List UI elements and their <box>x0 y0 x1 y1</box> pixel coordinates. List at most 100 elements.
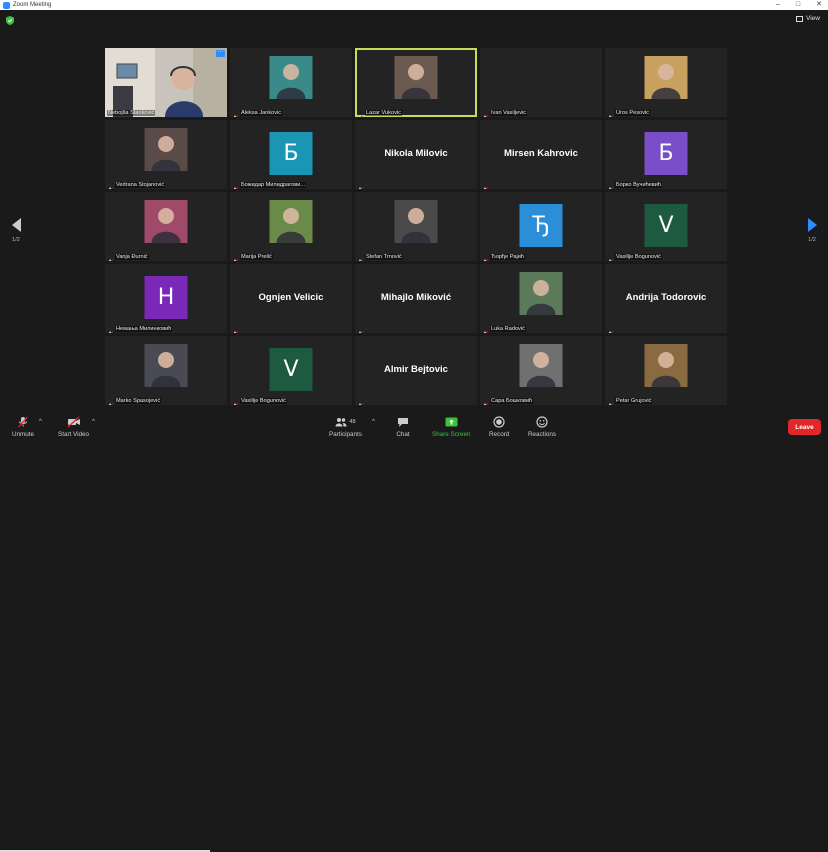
microphone-muted-icon <box>357 397 363 405</box>
record-button[interactable]: Record <box>489 416 509 438</box>
microphone-muted-icon <box>107 325 113 333</box>
participant-tile[interactable]: Vedrana Stojanović <box>105 120 227 189</box>
microphone-muted-icon <box>482 397 488 405</box>
participant-tile[interactable]: Ognjen Velicic <box>230 264 352 333</box>
grid-view-icon <box>796 15 804 22</box>
security-shield-icon[interactable] <box>6 16 14 25</box>
participant-name: Stefan Trnović <box>365 253 403 260</box>
reactions-button[interactable]: Reactions <box>528 416 556 438</box>
microphone-muted-icon <box>232 109 238 117</box>
maximize-button[interactable]: □ <box>796 0 800 10</box>
participant-tile[interactable]: ··· Nebojša Stanković <box>105 48 227 117</box>
participant-profile-photo <box>144 344 188 387</box>
participant-display-name: Almir Bejtovic <box>384 364 448 375</box>
participant-tile[interactable]: Uros Pesovic <box>605 48 727 117</box>
participant-tile[interactable]: V Vasilije Bogunović <box>605 192 727 261</box>
participant-tile[interactable]: Сара Бошковић <box>480 336 602 405</box>
next-page-button[interactable]: 1/2 <box>805 218 819 243</box>
participant-tile[interactable]: Marija Prelić <box>230 192 352 261</box>
participant-name: Ivan Vasiljevic <box>490 109 528 116</box>
participant-profile-photo <box>269 200 313 243</box>
window-titlebar: Zoom Meeting – □ ✕ <box>0 0 828 10</box>
participant-initial-avatar: Б <box>269 132 313 175</box>
participant-name: Marija Prelić <box>240 253 273 260</box>
microphone-muted-icon <box>232 181 238 189</box>
participant-namebar: Stefan Trnović <box>357 253 403 261</box>
microphone-muted-icon <box>357 181 363 189</box>
share-screen-icon <box>444 416 458 428</box>
participant-name: Vasilije Bogunović <box>240 397 287 404</box>
microphone-muted-icon <box>482 109 488 117</box>
more-options-button[interactable]: ··· <box>216 49 225 57</box>
window-controls: – □ ✕ <box>776 0 822 10</box>
chat-button[interactable]: Chat <box>396 416 410 438</box>
participant-namebar: Petar Grujović <box>607 397 653 405</box>
participant-name: Борко Вучићевић <box>615 181 663 188</box>
participant-tile[interactable]: Petar Grujović <box>605 336 727 405</box>
participant-tile[interactable]: Vanja Đurnić <box>105 192 227 261</box>
start-video-label: Start Video <box>58 431 90 438</box>
participant-count: 48 <box>349 419 356 425</box>
participant-tile[interactable]: Aleksa Jankovic <box>230 48 352 117</box>
participant-initial-avatar: V <box>269 348 313 391</box>
previous-page-button[interactable]: 1/2 <box>9 218 23 243</box>
audio-options-chevron-icon[interactable]: ^ <box>39 419 42 425</box>
close-button[interactable]: ✕ <box>816 0 822 10</box>
participants-button[interactable]: 48 Participants <box>329 416 362 438</box>
participant-tile[interactable]: Luka Radović <box>480 264 602 333</box>
microphone-muted-icon <box>607 397 613 405</box>
participant-profile-photo <box>269 56 313 99</box>
participant-profile-photo <box>144 128 188 171</box>
participant-name: Божидар Милидрагови... <box>240 181 307 188</box>
unmute-button[interactable]: Unmute <box>12 416 34 438</box>
participant-namebar <box>482 181 488 189</box>
microphone-muted-icon <box>607 109 613 117</box>
participant-namebar: Lazar Vukovic <box>357 109 402 117</box>
share-screen-button[interactable]: Share Screen <box>432 416 471 438</box>
participant-tile[interactable]: Б Божидар Милидрагови... <box>230 120 352 189</box>
participant-tile[interactable]: Andrija Todorovic <box>605 264 727 333</box>
participant-tile[interactable]: Mirsen Kahrovic <box>480 120 602 189</box>
participant-namebar: Luka Radović <box>482 325 526 333</box>
participant-namebar <box>607 325 613 333</box>
participants-options-chevron-icon[interactable]: ^ <box>372 419 375 425</box>
participant-namebar: Борко Вучићевић <box>607 181 663 189</box>
participant-profile-photo <box>519 272 563 315</box>
microphone-muted-icon <box>482 181 488 189</box>
participant-tile[interactable]: Almir Bejtovic <box>355 336 477 405</box>
participant-tile[interactable]: Б Борко Вучићевић <box>605 120 727 189</box>
leave-meeting-button[interactable]: Leave <box>788 419 821 435</box>
participant-name: Ђорђе Рајић <box>490 253 525 260</box>
participant-display-name: Mihajlo Miković <box>380 292 452 303</box>
participant-tile[interactable]: Nikola Milovic <box>355 120 477 189</box>
view-button[interactable]: View <box>796 15 820 22</box>
participant-tile[interactable]: Lazar Vukovic <box>355 48 477 117</box>
minimize-button[interactable]: – <box>776 0 780 10</box>
participant-tile[interactable]: Ivan Vasiljevic <box>480 48 602 117</box>
start-video-button[interactable]: Start Video <box>58 416 89 438</box>
participant-profile-photo <box>644 344 688 387</box>
microphone-muted-icon <box>107 253 113 261</box>
participant-namebar: Nebojša Stanković <box>107 110 156 116</box>
participant-tile[interactable]: Ђ Ђорђе Рајић <box>480 192 602 261</box>
arrow-right-icon <box>807 218 817 232</box>
microphone-muted-icon <box>107 181 113 189</box>
participant-namebar: Немања Милинковић <box>107 325 173 333</box>
participant-tile[interactable]: V Vasilije Bogunović <box>230 336 352 405</box>
participant-tile[interactable]: Marko Spasojević <box>105 336 227 405</box>
record-label: Record <box>489 431 510 438</box>
participant-tile[interactable]: Н Немања Милинковић <box>105 264 227 333</box>
participant-namebar <box>232 325 238 333</box>
microphone-muted-icon <box>482 253 488 261</box>
participant-tile[interactable]: Mihajlo Miković <box>355 264 477 333</box>
participant-name: Marko Spasojević <box>115 397 162 404</box>
participant-namebar: Божидар Милидрагови... <box>232 181 307 189</box>
page-indicator-left: 1/2 <box>12 237 20 243</box>
microphone-muted-icon <box>607 181 613 189</box>
participant-namebar: Ђорђе Рајић <box>482 253 525 261</box>
participant-namebar: Aleksa Jankovic <box>232 109 283 117</box>
participant-namebar <box>357 397 363 405</box>
video-options-chevron-icon[interactable]: ^ <box>92 419 95 425</box>
participant-tile[interactable]: Stefan Trnović <box>355 192 477 261</box>
participant-name: Nebojša Stanković <box>107 110 156 116</box>
